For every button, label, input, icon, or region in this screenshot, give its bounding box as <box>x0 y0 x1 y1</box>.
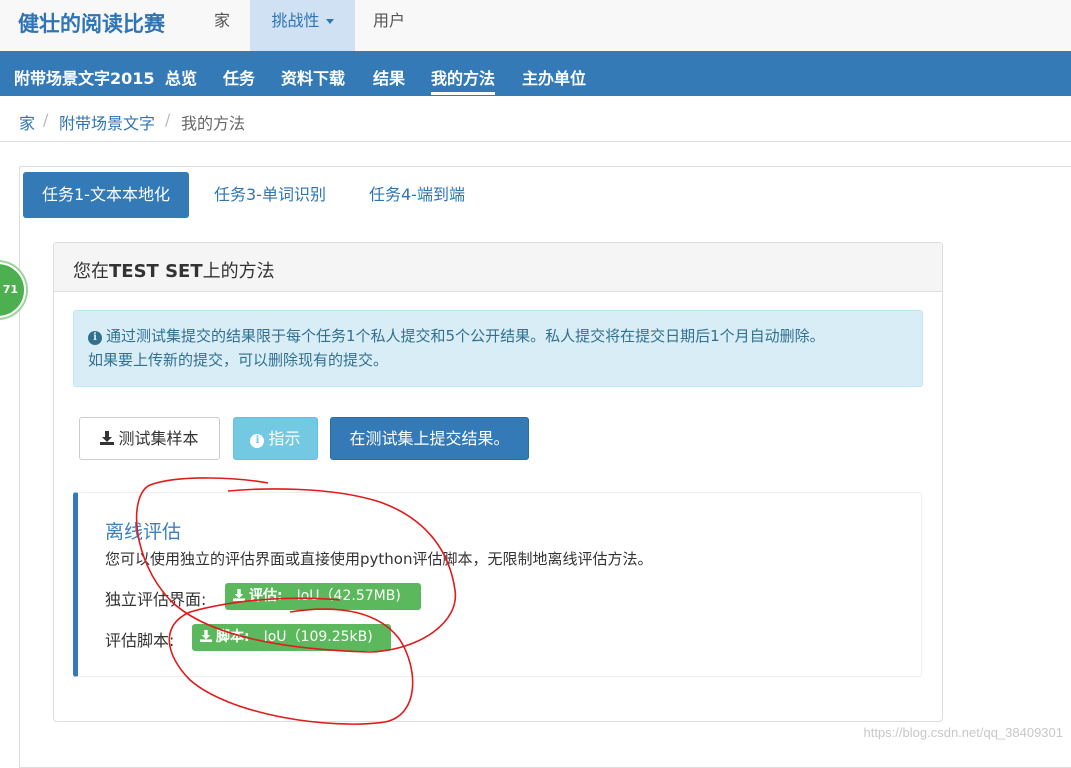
panel-title: 您在TEST SET上的方法 <box>73 257 275 283</box>
tab-word-recognition[interactable]: 任务3-单词识别 <box>195 172 345 218</box>
download-evaluation-interface-link[interactable]: 评估: IoU（42.57MB) <box>225 583 421 610</box>
offline-evaluation-description: 您可以使用独立的评估界面或直接使用python评估脚本，无限制地离线评估方法。 <box>105 550 653 568</box>
chevron-down-icon <box>325 19 334 24</box>
panel-title-prefix: 您在 <box>73 261 109 282</box>
challenge-navbar: 附带场景文字2015 总览 任务 资料下载 结果 我的方法 主办单位 <box>0 51 1071 96</box>
test-set-samples-button[interactable]: 测试集样本 <box>79 417 220 460</box>
alert-line-1: i 通过测试集提交的结果限于每个任务1个私人提交和5个公开结果。私人提交将在提交日… <box>88 324 825 348</box>
samples-label: 测试集样本 <box>118 429 199 448</box>
breadcrumb-separator: / <box>43 110 49 129</box>
offline-evaluation-title: 离线评估 <box>105 521 182 543</box>
interface-file: IoU（42.57MB) <box>296 588 401 604</box>
info-alert: i 通过测试集提交的结果限于每个任务1个私人提交和5个公开结果。私人提交将在提交日… <box>73 310 923 387</box>
breadcrumb-separator: / <box>165 110 171 129</box>
instructions-label: 指示 <box>268 429 301 448</box>
interface-label: 独立评估界面: <box>105 590 207 609</box>
breadcrumb: 家 / 附带场景文字 / 我的方法 <box>0 97 1071 142</box>
subnav-downloads[interactable]: 资料下载 <box>281 65 345 89</box>
info-icon: i <box>88 331 102 345</box>
subnav-my-methods[interactable]: 我的方法 <box>431 65 496 95</box>
instructions-button[interactable]: i 指示 <box>233 417 318 460</box>
interface-tag: 评估: <box>249 588 283 604</box>
alert-text-1: 通过测试集提交的结果限于每个任务1个私人提交和5个公开结果。私人提交将在提交日期… <box>106 327 825 345</box>
topnav-users[interactable]: 用户 <box>373 0 405 51</box>
script-label: 评估脚本: <box>105 631 175 650</box>
topnav-challenges-label: 挑战性 <box>271 11 320 30</box>
download-icon <box>233 589 245 601</box>
tab-text-localization[interactable]: 任务1-文本本地化 <box>23 172 189 218</box>
subnav-tasks[interactable]: 任务 <box>223 65 255 89</box>
breadcrumb-home[interactable]: 家 <box>19 110 35 134</box>
script-tag: 脚本: <box>216 629 250 645</box>
submit-results-button[interactable]: 在测试集上提交结果。 <box>330 417 529 460</box>
script-file: IoU（109.25kB) <box>263 629 373 645</box>
subnav-challenge-title[interactable]: 附带场景文字2015 <box>14 65 155 89</box>
download-icon <box>200 630 212 642</box>
badge-count: 71 <box>2 283 18 296</box>
info-icon: i <box>250 434 265 448</box>
panel-title-suffix: 上的方法 <box>202 261 275 282</box>
breadcrumb-section[interactable]: 附带场景文字 <box>59 110 155 134</box>
subnav-overview[interactable]: 总览 <box>165 65 197 89</box>
panel-heading: 您在TEST SET上的方法 <box>54 243 942 292</box>
watermark: https://blog.csdn.net/qq_38409301 <box>863 725 1064 740</box>
topnav-challenges-dropdown[interactable]: 挑战性 <box>250 0 355 51</box>
topnav-home[interactable]: 家 <box>214 0 230 51</box>
breadcrumb-current: 我的方法 <box>181 114 246 133</box>
tab-end-to-end[interactable]: 任务4-端到端 <box>350 172 484 218</box>
alert-text-2: 如果要上传新的提交，可以删除现有的提交。 <box>88 351 389 369</box>
site-brand[interactable]: 健壮的阅读比赛 <box>18 8 165 38</box>
panel-title-set: TEST SET <box>109 261 203 282</box>
download-icon <box>100 431 115 445</box>
top-navbar: 健壮的阅读比赛 家 挑战性 用户 <box>0 0 1071 52</box>
subnav-results[interactable]: 结果 <box>373 65 405 89</box>
subnav-organizers[interactable]: 主办单位 <box>522 65 586 89</box>
download-evaluation-script-link[interactable]: 脚本: IoU（109.25kB) <box>192 624 391 651</box>
